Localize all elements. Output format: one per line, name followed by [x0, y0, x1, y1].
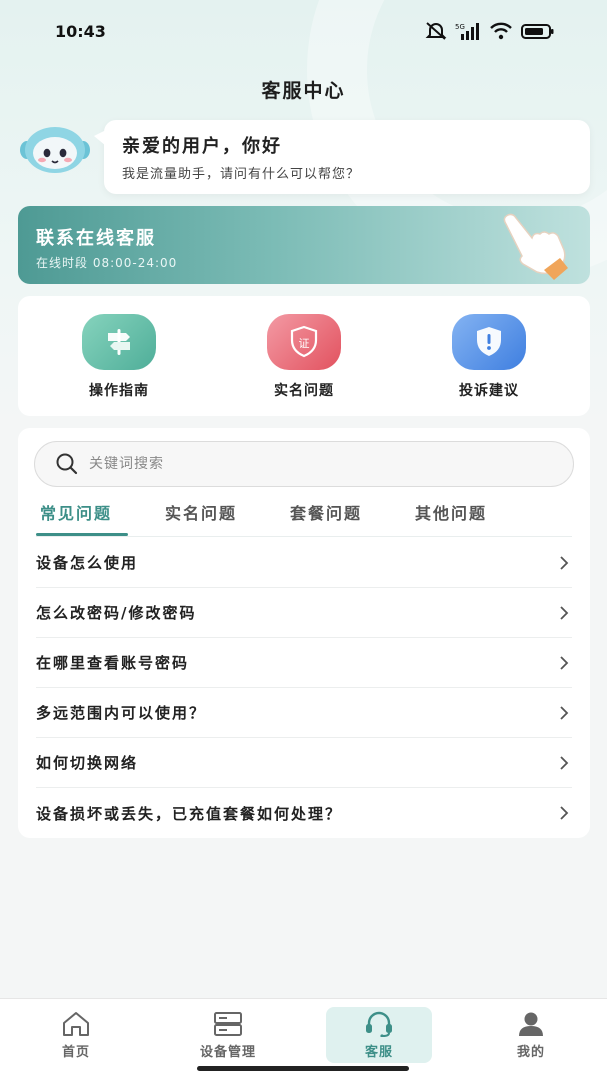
- quick-action-label: 实名问题: [274, 383, 334, 399]
- nav-label: 首页: [61, 1045, 90, 1060]
- shield-id-icon: 证: [267, 314, 341, 370]
- search-icon: [56, 453, 78, 475]
- signpost-icon: [82, 314, 156, 370]
- chevron-right-icon: [560, 755, 569, 770]
- greeting-title: 亲爱的用户，你好: [122, 136, 282, 157]
- chevron-right-icon: [560, 555, 569, 570]
- shield-alert-icon: [452, 314, 526, 370]
- quick-action-label: 投诉建议: [459, 383, 519, 399]
- search-input[interactable]: [89, 456, 529, 472]
- quick-action-guide[interactable]: 操作指南: [59, 314, 179, 400]
- nav-home[interactable]: 首页: [23, 1007, 129, 1063]
- faq-question: 设备怎么使用: [36, 554, 139, 572]
- faq-question: 在哪里查看账号密码: [36, 654, 190, 672]
- status-icons: 5G: [425, 22, 555, 40]
- chevron-right-icon: [560, 655, 569, 670]
- nav-mine[interactable]: 我的: [478, 1007, 584, 1063]
- headset-icon: [366, 1011, 392, 1037]
- faq-question: 设备损坏或丢失，已充值套餐如何处理？: [36, 804, 343, 823]
- faq-list: 设备怎么使用 怎么改密码/修改密码 在哪里查看账号密码 多远范围内可以使用？ 如…: [36, 538, 572, 838]
- tab-package[interactable]: 套餐问题: [290, 500, 362, 524]
- faq-item[interactable]: 如何切换网络: [36, 738, 572, 788]
- home-icon: [63, 1012, 89, 1036]
- wifi-icon: [490, 22, 512, 40]
- faq-question: 多远范围内可以使用？: [36, 704, 207, 722]
- nav-label: 客服: [364, 1045, 393, 1060]
- active-tab-indicator: [36, 533, 128, 536]
- quick-actions-card: 操作指南 证 实名问题 投诉建议: [18, 296, 590, 416]
- faq-card: 常见问题 实名问题 套餐问题 其他问题 设备怎么使用 怎么改密码/修改密码 在哪…: [18, 428, 590, 838]
- tab-other[interactable]: 其他问题: [415, 500, 487, 524]
- contact-online-service-banner[interactable]: 联系在线客服 在线时段 08:00-24:00: [18, 206, 590, 284]
- nav-label: 我的: [516, 1045, 545, 1060]
- nav-label: 设备管理: [199, 1045, 256, 1060]
- tab-divider: [36, 536, 572, 537]
- faq-question: 怎么改密码/修改密码: [36, 604, 197, 622]
- tab-common[interactable]: 常见问题: [40, 500, 112, 524]
- nav-device-management[interactable]: 设备管理: [175, 1007, 281, 1063]
- greeting-subtitle: 我是流量助手，请问有什么可以帮您？: [122, 167, 361, 182]
- faq-question: 如何切换网络: [36, 754, 139, 772]
- device-icon: [214, 1012, 242, 1036]
- chevron-right-icon: [560, 806, 569, 820]
- page-title: 客服中心: [261, 80, 346, 102]
- tab-realname[interactable]: 实名问题: [165, 500, 237, 524]
- faq-item[interactable]: 怎么改密码/修改密码: [36, 588, 572, 638]
- banner-hours: 在线时段 08:00-24:00: [36, 256, 178, 270]
- quick-action-realname[interactable]: 证 实名问题: [244, 314, 364, 400]
- faq-item[interactable]: 在哪里查看账号密码: [36, 638, 572, 688]
- battery-icon: [521, 24, 554, 39]
- quick-action-label: 操作指南: [89, 383, 149, 399]
- nav-customer-service[interactable]: 客服: [326, 1007, 432, 1063]
- realname-badge-text: 证: [299, 337, 310, 350]
- cellular-signal-icon: 5G: [455, 23, 479, 40]
- greeting-bubble: 亲爱的用户，你好 我是流量助手，请问有什么可以帮您？: [94, 120, 590, 194]
- banner-title: 联系在线客服: [36, 228, 156, 249]
- search-bar[interactable]: [34, 441, 574, 487]
- home-indicator: [197, 1066, 409, 1071]
- status-time: 10:43: [55, 22, 106, 41]
- quick-action-complaint[interactable]: 投诉建议: [429, 314, 549, 400]
- status-bar: 10:43 5G: [0, 0, 607, 64]
- faq-item[interactable]: 设备损坏或丢失，已充值套餐如何处理？: [36, 788, 572, 838]
- pointing-hand-icon: [503, 213, 568, 280]
- assistant-robot-avatar: [18, 126, 92, 174]
- faq-item[interactable]: 设备怎么使用: [36, 538, 572, 588]
- faq-item[interactable]: 多远范围内可以使用？: [36, 688, 572, 738]
- chevron-right-icon: [560, 605, 569, 620]
- user-icon: [519, 1012, 543, 1036]
- mute-bell-icon: [425, 22, 447, 40]
- network-type-label: 5G: [455, 23, 465, 31]
- faq-tabs: 常见问题 实名问题 套餐问题 其他问题: [18, 500, 590, 540]
- chevron-right-icon: [560, 705, 569, 720]
